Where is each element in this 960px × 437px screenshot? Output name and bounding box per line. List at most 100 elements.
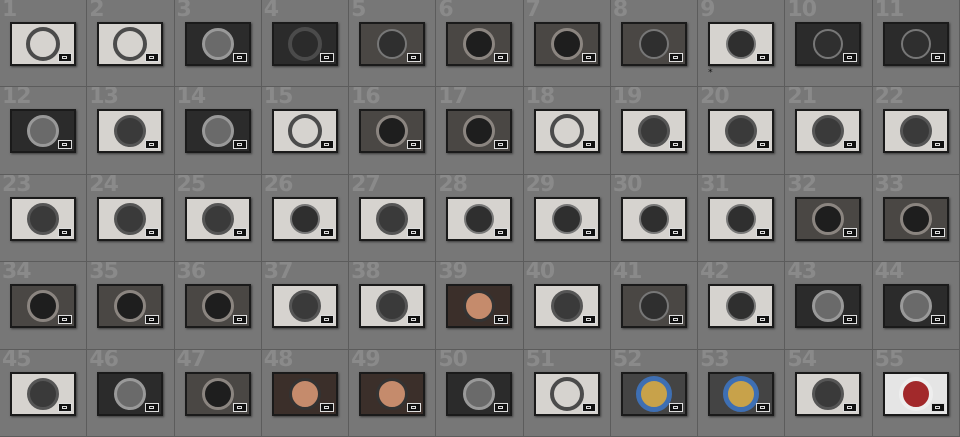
photo-thumbnail[interactable] <box>359 196 426 241</box>
grid-cell[interactable]: 9 * <box>698 0 786 88</box>
grid-cell[interactable]: 16 <box>349 87 437 175</box>
photo-thumbnail[interactable] <box>446 109 513 154</box>
photo-thumbnail[interactable] <box>184 284 251 329</box>
edit-badge-icon[interactable] <box>581 140 596 150</box>
photo-thumbnail[interactable] <box>97 196 164 241</box>
edit-badge-icon[interactable] <box>407 402 422 412</box>
photo-thumbnail[interactable] <box>795 196 862 241</box>
grid-cell[interactable]: 46 <box>87 349 175 437</box>
edit-badge-icon[interactable] <box>232 53 247 62</box>
edit-badge-icon[interactable] <box>668 140 683 150</box>
grid-cell[interactable]: 51 <box>523 349 611 437</box>
edit-badge-icon[interactable] <box>668 402 683 412</box>
photo-thumbnail[interactable] <box>359 371 426 416</box>
photo-thumbnail[interactable] <box>359 284 426 329</box>
edit-badge-icon[interactable] <box>145 53 160 62</box>
grid-cell[interactable]: 52 <box>610 349 699 437</box>
edit-badge-icon[interactable] <box>756 227 771 237</box>
edit-badge-icon[interactable] <box>756 53 771 62</box>
photo-thumbnail[interactable] <box>271 22 338 66</box>
edit-badge-icon[interactable] <box>145 315 160 325</box>
grid-cell[interactable]: 43 <box>785 262 873 350</box>
grid-cell[interactable]: 34 <box>0 262 88 350</box>
edit-badge-icon[interactable] <box>930 227 945 237</box>
edit-badge-icon[interactable] <box>581 315 596 325</box>
edit-badge-icon[interactable] <box>319 140 334 150</box>
edit-badge-icon[interactable] <box>843 402 858 412</box>
grid-cell[interactable]: 18 <box>523 87 611 175</box>
edit-badge-icon[interactable] <box>930 402 945 412</box>
photo-thumbnail[interactable] <box>795 371 862 416</box>
photo-thumbnail[interactable] <box>271 109 338 154</box>
edit-badge-icon[interactable] <box>930 315 945 325</box>
grid-cell[interactable]: 36 <box>174 262 262 350</box>
grid-cell[interactable]: 22 <box>872 87 960 175</box>
grid-cell[interactable]: 53 <box>698 349 786 437</box>
grid-cell[interactable]: 55 <box>872 349 960 437</box>
grid-cell[interactable]: 47 <box>174 349 262 437</box>
edit-badge-icon[interactable] <box>581 53 596 62</box>
grid-cell[interactable]: 35 <box>87 262 175 350</box>
grid-cell[interactable]: 39 <box>436 262 524 350</box>
photo-thumbnail[interactable] <box>271 371 338 416</box>
photo-thumbnail[interactable] <box>882 22 949 66</box>
edit-badge-icon[interactable] <box>58 53 72 62</box>
edit-badge-icon[interactable] <box>232 402 247 412</box>
grid-cell[interactable]: 20 <box>698 87 786 175</box>
grid-cell[interactable]: 48 <box>261 349 350 437</box>
edit-badge-icon[interactable] <box>232 315 247 325</box>
grid-cell[interactable]: 45 <box>0 349 88 437</box>
photo-thumbnail[interactable] <box>359 22 426 66</box>
edit-badge-icon[interactable] <box>843 315 858 325</box>
grid-cell[interactable]: 2 <box>87 0 175 88</box>
grid-cell[interactable]: 30 <box>610 174 699 263</box>
photo-thumbnail[interactable] <box>10 196 76 241</box>
edit-badge-icon[interactable] <box>494 140 509 150</box>
photo-thumbnail[interactable] <box>184 371 251 416</box>
photo-thumbnail[interactable] <box>795 109 862 154</box>
edit-badge-icon[interactable] <box>319 315 334 325</box>
photo-thumbnail[interactable] <box>708 196 775 241</box>
photo-thumbnail[interactable] <box>97 109 164 154</box>
grid-cell[interactable]: 28 <box>436 174 524 263</box>
grid-cell[interactable]: 40 <box>523 262 611 350</box>
grid-cell[interactable]: 27 <box>349 174 437 263</box>
edit-badge-icon[interactable] <box>58 227 72 237</box>
edit-badge-icon[interactable] <box>319 227 334 237</box>
edit-badge-icon[interactable] <box>145 140 160 150</box>
photo-thumbnail[interactable] <box>10 109 76 154</box>
edit-badge-icon[interactable] <box>494 402 509 412</box>
photo-thumbnail[interactable] <box>533 109 600 154</box>
grid-cell[interactable]: 5 <box>349 0 437 88</box>
photo-thumbnail[interactable] <box>446 22 513 66</box>
photo-thumbnail[interactable] <box>882 196 949 241</box>
photo-thumbnail[interactable] <box>882 284 949 329</box>
photo-thumbnail[interactable] <box>10 284 76 329</box>
grid-cell[interactable]: 21 <box>785 87 873 175</box>
photo-thumbnail[interactable] <box>10 22 76 66</box>
photo-thumbnail[interactable] <box>620 371 687 416</box>
photo-thumbnail[interactable] <box>708 109 775 154</box>
edit-badge-icon[interactable] <box>319 402 334 412</box>
edit-badge-icon[interactable] <box>232 140 247 150</box>
photo-thumbnail[interactable] <box>184 109 251 154</box>
photo-thumbnail[interactable] <box>533 22 600 66</box>
grid-cell[interactable]: 8 <box>610 0 699 88</box>
grid-cell[interactable]: 38 <box>349 262 437 350</box>
edit-badge-icon[interactable] <box>930 140 945 150</box>
photo-thumbnail[interactable] <box>446 284 513 329</box>
photo-thumbnail[interactable] <box>620 196 687 241</box>
photo-thumbnail[interactable] <box>359 109 426 154</box>
grid-cell[interactable]: 41 <box>610 262 699 350</box>
grid-cell[interactable]: 15 <box>261 87 350 175</box>
grid-cell[interactable]: 12 <box>0 87 88 175</box>
photo-thumbnail[interactable] <box>446 371 513 416</box>
photo-thumbnail[interactable] <box>97 284 164 329</box>
edit-badge-icon[interactable] <box>58 315 72 325</box>
edit-badge-icon[interactable] <box>930 53 945 62</box>
photo-thumbnail[interactable] <box>882 109 949 154</box>
edit-badge-icon[interactable] <box>319 53 334 62</box>
grid-cell[interactable]: 25 <box>174 174 262 263</box>
edit-badge-icon[interactable] <box>668 315 683 325</box>
edit-badge-icon[interactable] <box>494 315 509 325</box>
